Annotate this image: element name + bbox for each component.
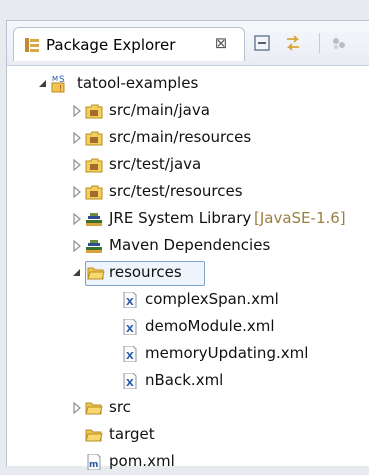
xml-file-icon: X xyxy=(123,346,137,362)
svg-text:X: X xyxy=(126,297,134,308)
collapse-all-icon[interactable] xyxy=(252,33,272,53)
svg-text:M: M xyxy=(52,75,58,83)
tree-item-label: pom.xml xyxy=(109,452,175,470)
tree-item-label: src xyxy=(109,398,131,416)
svg-text:X: X xyxy=(126,378,134,389)
xml-file-icon: X xyxy=(123,373,137,389)
toolbar-separator xyxy=(319,33,320,53)
collapsed-arrow-icon[interactable] xyxy=(71,125,83,151)
folder-icon xyxy=(87,267,105,280)
svg-text:X: X xyxy=(126,324,134,335)
source-folder-icon xyxy=(85,131,103,146)
tree-item-target[interactable]: target xyxy=(71,422,271,448)
tree-item-complexspan-xml[interactable]: X complexSpan.xml xyxy=(115,287,365,313)
tree-item-src-test-resources[interactable]: src/test/resources xyxy=(71,179,361,205)
svg-text:m: m xyxy=(89,460,98,470)
tree-item-label: complexSpan.xml xyxy=(145,290,279,308)
maven-pom-icon: m xyxy=(87,454,101,470)
collapsed-arrow-icon[interactable] xyxy=(71,395,83,421)
tree-item-project[interactable]: M S ! tatool-examples xyxy=(37,71,337,97)
tree-item-src-main-resources[interactable]: src/main/resources xyxy=(71,125,361,151)
collapsed-arrow-icon[interactable] xyxy=(71,233,83,259)
window-top-strip xyxy=(0,0,369,20)
package-explorer-icon xyxy=(25,38,39,52)
svg-text:X: X xyxy=(126,351,134,362)
tree-item-pom-xml[interactable]: m pom.xml xyxy=(71,449,271,475)
tree-item-label: src/test/resources xyxy=(109,182,243,200)
source-folder-icon xyxy=(85,158,103,173)
tree-item-jre-system-library[interactable]: JRE System Library [JavaSE-1.6] xyxy=(71,206,367,232)
tree-item-label: target xyxy=(109,425,155,443)
xml-file-icon: X xyxy=(123,292,137,308)
tree-item-label: tatool-examples xyxy=(77,74,199,92)
tree-item-label: src/main/resources xyxy=(109,128,252,146)
collapsed-arrow-icon[interactable] xyxy=(71,98,83,124)
tree-item-maven-dependencies[interactable]: Maven Dependencies xyxy=(71,233,361,259)
tree-item-label: src/main/java xyxy=(109,101,210,119)
package-explorer-view: Package Explorer ⊠ M S ! tatool-examples… xyxy=(6,20,369,470)
expanded-arrow-icon[interactable] xyxy=(37,71,49,97)
collapsed-arrow-icon[interactable] xyxy=(71,152,83,178)
tree-item-src[interactable]: src xyxy=(71,395,271,421)
tree-item-src-main-java[interactable]: src/main/java xyxy=(71,98,361,124)
tree-item-src-test-java[interactable]: src/test/java xyxy=(71,152,361,178)
tree-item-label: resources xyxy=(109,263,182,281)
collapsed-arrow-icon[interactable] xyxy=(71,206,83,232)
tree-item-label: memoryUpdating.xml xyxy=(145,344,309,362)
tree-item-nback-xml[interactable]: X nBack.xml xyxy=(115,368,365,394)
tree-item-label: nBack.xml xyxy=(145,371,224,389)
source-folder-icon xyxy=(85,185,103,200)
tab-title: Package Explorer xyxy=(46,36,176,54)
maven-project-icon: M S ! xyxy=(51,75,65,93)
close-icon[interactable]: ⊠ xyxy=(212,34,230,52)
view-menu-icon[interactable] xyxy=(329,33,349,53)
tree-item-memoryupdating-xml[interactable]: X memoryUpdating.xml xyxy=(115,341,365,367)
folder-icon xyxy=(85,429,103,442)
tab-package-explorer[interactable]: Package Explorer ⊠ xyxy=(13,27,245,61)
tree-item-label: Maven Dependencies xyxy=(109,236,271,254)
tree-item-resources[interactable]: resources xyxy=(71,260,231,286)
tree-item-label: JRE System Library xyxy=(109,209,252,227)
source-folder-icon xyxy=(85,104,103,119)
tree-item-demomodule-xml[interactable]: X demoModule.xml xyxy=(115,314,365,340)
library-icon xyxy=(86,213,102,226)
svg-text:!: ! xyxy=(59,84,62,93)
collapsed-arrow-icon[interactable] xyxy=(71,179,83,205)
library-icon xyxy=(86,240,102,253)
tree-item-label: src/test/java xyxy=(109,155,202,173)
tree-item-label: demoModule.xml xyxy=(145,317,275,335)
tree-item-decoration: [JavaSE-1.6] xyxy=(254,209,346,227)
link-with-editor-icon[interactable] xyxy=(283,33,303,53)
view-tab-bar: Package Explorer ⊠ xyxy=(7,21,369,66)
expanded-arrow-icon[interactable] xyxy=(71,260,83,286)
xml-file-icon: X xyxy=(123,319,137,335)
folder-icon xyxy=(85,402,103,415)
